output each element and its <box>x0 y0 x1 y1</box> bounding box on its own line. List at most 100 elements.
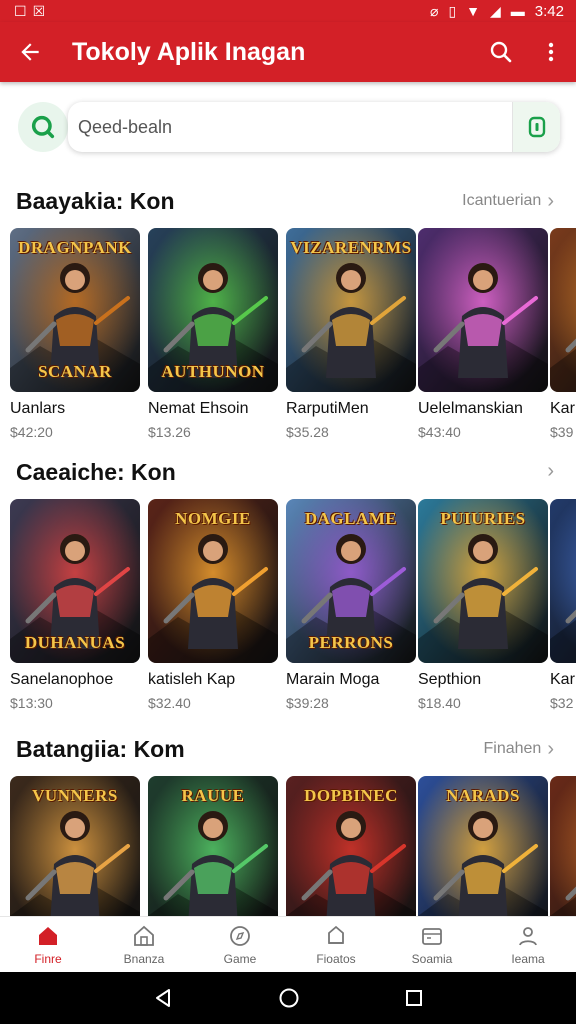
art-title-top: NARADS <box>446 786 520 805</box>
chevron-right-icon: › <box>547 460 554 482</box>
app-thumbnail[interactable] <box>418 228 548 392</box>
app-card[interactable]: NOMGIE katisleh Kap $32.40 <box>148 499 278 711</box>
more-options-button[interactable] <box>526 22 576 82</box>
section-more-link[interactable]: Icantuerian › <box>462 191 554 211</box>
search-box <box>68 102 560 152</box>
art-title-bottom: DUHANUAS <box>24 633 126 652</box>
nav-item-fioatos[interactable]: Fioatos <box>288 917 384 972</box>
app-price: $42:20 <box>10 424 53 440</box>
section-title: Baayakia: Kon <box>16 188 175 214</box>
nav-item-ieama[interactable]: Ieama <box>480 917 576 972</box>
chevron-right-icon: › <box>547 738 554 760</box>
profile-icon <box>519 926 537 945</box>
game-art <box>550 499 576 663</box>
nav-item-soamia[interactable]: Soamia <box>384 917 480 972</box>
search-bar <box>18 102 560 152</box>
nav-label: Bnanza <box>123 951 165 966</box>
app-card[interactable]: Kar $32 <box>550 499 576 711</box>
app-card[interactable]: DRAGNPANK SCANAR Uanlars $42:20 <box>10 228 140 440</box>
nav-label: Ieama <box>511 951 545 966</box>
app-thumbnail[interactable] <box>550 499 576 663</box>
app-thumbnail[interactable]: DUHANUAS <box>10 499 140 663</box>
section-title: Caeaiche: Kon <box>16 459 176 485</box>
vibrate-icon: ▯ <box>448 3 457 19</box>
app-card[interactable]: DUHANUAS Sanelanophoe $13:30 <box>10 499 140 711</box>
app-card[interactable]: Uelelmanskian $43:40 <box>418 228 548 440</box>
notification-icon: ☒ <box>32 3 46 19</box>
app-price: $32 <box>550 695 574 711</box>
app-card[interactable]: DAGLAME PERRONS Marain Moga $39:28 <box>286 499 416 711</box>
card-row: DUHANUAS Sanelanophoe $13:30 NOMGIE katisleh… <box>10 499 576 729</box>
app-card[interactable]: PUIURIES Septhion $18.40 <box>418 499 548 711</box>
game-art <box>550 228 576 392</box>
app-name: Septhion <box>418 671 482 688</box>
section-title: Batangiia: Kom <box>16 736 185 762</box>
app-thumbnail[interactable]: DRAGNPANK SCANAR <box>10 228 140 392</box>
app-price: $32.40 <box>148 695 191 711</box>
nav-item-bnanza[interactable]: Bnanza <box>96 917 192 972</box>
app-price: $43:40 <box>418 424 461 440</box>
app-name: Nemat Ehsoin <box>148 400 249 417</box>
data-icon: ⌀ <box>430 3 439 19</box>
back-icon[interactable] <box>152 987 174 1009</box>
building-icon <box>134 925 154 946</box>
app-price: $39:28 <box>286 695 329 711</box>
battery-icon: ▬ <box>510 3 525 19</box>
home-icon <box>39 926 57 945</box>
nav-label: Soamia <box>411 951 453 966</box>
nav-label: Finre <box>34 951 62 966</box>
app-price: $18.40 <box>418 695 461 711</box>
art-title-top: DAGLAME <box>304 509 398 528</box>
section-3: Batangiia: Kom Finahen › VUNNERS RAUUE DOPB… <box>0 730 576 940</box>
app-name: RarputiMen <box>286 400 369 417</box>
search-action-button[interactable] <box>512 102 560 152</box>
art-title-top: DRAGNPANK <box>18 238 132 257</box>
app-name: Kar <box>550 671 575 688</box>
nav-item-home[interactable]: Finre <box>0 917 96 972</box>
app-name: Marain Moga <box>286 671 380 688</box>
app-card[interactable]: Kar $39 <box>550 228 576 440</box>
art-title-bottom: AUTHUNON <box>161 362 265 381</box>
art-title-top: VUNNERS <box>32 786 118 805</box>
app-card[interactable]: AUTHUNON Nemat Ehsoin $13.26 <box>148 228 278 440</box>
art-title-top: VIZARENRMS <box>290 238 412 257</box>
shield-icon <box>528 116 545 138</box>
art-title-top: NOMGIE <box>175 509 251 528</box>
status-right-icons: ⌀ ▯ ▼ ◢ ▬ 3:42 <box>430 0 564 22</box>
game-art <box>418 228 548 392</box>
search-input[interactable] <box>78 102 498 152</box>
app-thumbnail[interactable]: NOMGIE <box>148 499 278 663</box>
section-more-link[interactable]: › <box>541 460 554 482</box>
notification-icon: ☐ <box>14 3 27 19</box>
home-circle-icon[interactable] <box>278 987 300 1009</box>
art-title-bottom: PERRONS <box>308 633 394 652</box>
search-logo <box>18 102 68 152</box>
art-title-top: DOPBINEC <box>304 786 398 805</box>
app-card[interactable]: VIZARENRMS RarputiMen $35.28 <box>286 228 416 440</box>
search-button[interactable] <box>476 22 526 82</box>
app-thumbnail[interactable]: VIZARENRMS <box>286 228 416 392</box>
tag-icon <box>328 925 344 944</box>
section-2: Caeaiche: Kon › DUHANUAS Sanelanophoe $13:… <box>0 453 576 711</box>
nav-item-game[interactable]: Game <box>192 917 288 972</box>
recents-icon[interactable] <box>404 988 424 1008</box>
more-vert-icon <box>548 42 554 62</box>
bottom-nav: Finre Bnanza Game Fioatos Soamia Ieama <box>0 916 576 972</box>
section-more-label: Icantuerian <box>462 192 542 209</box>
art-title-top: RAUUE <box>181 786 245 805</box>
app-name: Uelelmanskian <box>418 400 523 417</box>
status-time: 3:42 <box>534 2 564 20</box>
app-name: katisleh Kap <box>148 671 236 688</box>
section-more-label: Finahen <box>483 740 542 757</box>
status-left-icons: ☐ ☒ <box>14 0 45 22</box>
signal-icon: ◢ <box>490 3 501 19</box>
app-thumbnail[interactable]: AUTHUNON <box>148 228 278 392</box>
section-more-link[interactable]: Finahen › <box>483 738 555 760</box>
app-thumbnail[interactable] <box>550 228 576 392</box>
status-bar: ☐ ☒ ⌀ ▯ ▼ ◢ ▬ 3:42 <box>0 0 576 22</box>
back-button[interactable] <box>0 22 60 82</box>
app-thumbnail[interactable]: PUIURIES <box>418 499 548 663</box>
app-thumbnail[interactable]: DAGLAME PERRONS <box>286 499 416 663</box>
back-arrow-icon <box>21 43 39 61</box>
compass-icon <box>230 925 250 946</box>
